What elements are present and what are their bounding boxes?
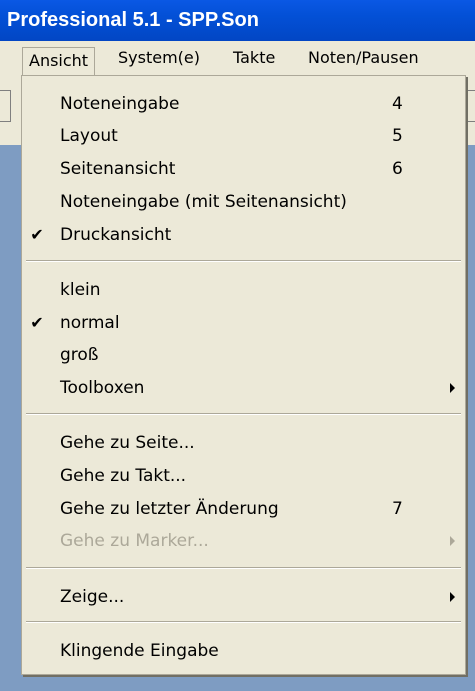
submenu-arrow-icon bbox=[450, 592, 455, 602]
menu-systeme[interactable]: System(e) bbox=[118, 41, 200, 75]
menu-item-zeige[interactable]: Zeige... bbox=[22, 581, 465, 613]
check-icon: ✔ bbox=[30, 313, 44, 332]
menu-item-shortcut: 7 bbox=[392, 499, 403, 519]
menu-item-gehe-zu-takt[interactable]: Gehe zu Takt... bbox=[22, 460, 465, 492]
menu-item-klingende-eingabe[interactable]: Klingende Eingabe bbox=[22, 635, 465, 667]
menu-item-label: Noteneingabe (mit Seitenansicht) bbox=[60, 192, 347, 212]
menu-separator bbox=[26, 621, 461, 623]
menu-item-label: Seitenansicht bbox=[60, 159, 176, 179]
menu-item-gehe-zu-letzter-aenderung[interactable]: Gehe zu letzter Änderung 7 bbox=[22, 493, 465, 525]
submenu-arrow-icon bbox=[450, 536, 455, 546]
menu-item-label: Zeige... bbox=[60, 587, 125, 607]
menu-item-toolboxen[interactable]: Toolboxen bbox=[22, 372, 465, 404]
menu-item-label: Gehe zu Seite... bbox=[60, 433, 195, 453]
menu-item-noteneingabe-mit-seitenansicht[interactable]: Noteneingabe (mit Seitenansicht) bbox=[22, 186, 465, 218]
menu-item-label: Gehe zu Marker... bbox=[60, 531, 209, 551]
menu-item-layout[interactable]: Layout 5 bbox=[22, 120, 465, 152]
submenu-arrow-icon bbox=[450, 383, 455, 393]
menu-item-label: Noteneingabe bbox=[60, 94, 180, 114]
menu-item-label: Toolboxen bbox=[60, 378, 145, 398]
menu-item-gehe-zu-seite[interactable]: Gehe zu Seite... bbox=[22, 427, 465, 459]
menu-item-gross[interactable]: groß bbox=[22, 339, 465, 371]
menu-item-normal[interactable]: ✔ normal bbox=[22, 307, 465, 339]
menu-item-shortcut: 5 bbox=[392, 126, 403, 146]
window-title: Professional 5.1 - SPP.Son bbox=[0, 0, 475, 41]
menu-item-shortcut: 4 bbox=[392, 94, 403, 114]
menu-separator bbox=[26, 413, 461, 415]
toolbar-left-edge bbox=[0, 90, 11, 122]
menu-item-label: Druckansicht bbox=[60, 225, 172, 245]
menu-separator bbox=[26, 260, 461, 262]
menu-item-label: Layout bbox=[60, 126, 118, 146]
menu-item-label: Gehe zu Takt... bbox=[60, 466, 187, 486]
menu-noten-pausen[interactable]: Noten/Pausen bbox=[308, 41, 419, 75]
menu-item-noteneingabe[interactable]: Noteneingabe 4 bbox=[22, 88, 465, 120]
ansicht-dropdown-menu: Noteneingabe 4 Layout 5 Seitenansicht 6 … bbox=[21, 75, 466, 675]
menu-item-label: normal bbox=[60, 313, 120, 333]
menu-item-shortcut: 6 bbox=[392, 159, 403, 179]
menu-item-seitenansicht[interactable]: Seitenansicht 6 bbox=[22, 153, 465, 185]
menu-takte[interactable]: Takte bbox=[233, 41, 275, 75]
menu-item-label: Gehe zu letzter Änderung bbox=[60, 499, 279, 519]
menu-item-gehe-zu-marker: Gehe zu Marker... bbox=[22, 525, 465, 557]
menu-item-label: Klingende Eingabe bbox=[60, 641, 219, 661]
menu-item-klein[interactable]: klein bbox=[22, 274, 465, 306]
menu-separator bbox=[26, 567, 461, 569]
menu-item-label: groß bbox=[60, 345, 99, 365]
menu-item-label: klein bbox=[60, 280, 101, 300]
menu-bar: Ansicht System(e) Takte Noten/Pausen bbox=[0, 41, 475, 83]
check-icon: ✔ bbox=[30, 225, 44, 244]
menu-item-druckansicht[interactable]: ✔ Druckansicht bbox=[22, 219, 465, 251]
